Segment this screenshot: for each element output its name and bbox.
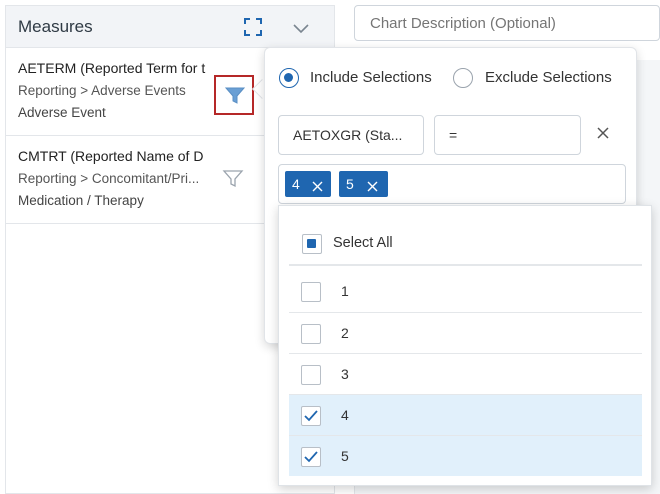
close-icon[interactable]: [367, 179, 378, 192]
option-label: 4: [341, 407, 349, 423]
measure-path: Reporting > Concomitant/Pri...: [18, 171, 200, 186]
option-label: 3: [341, 366, 349, 382]
measure-category: Medication / Therapy: [18, 193, 144, 208]
measures-header: Measures: [6, 6, 334, 48]
filter-button-active[interactable]: [214, 75, 254, 115]
option-row[interactable]: 2: [289, 312, 642, 353]
measure-path: Reporting > Adverse Events: [18, 83, 186, 98]
field-select[interactable]: AETOXGR (Sta...: [278, 115, 424, 155]
option-row[interactable]: 4: [289, 394, 642, 435]
expand-icon[interactable]: [244, 18, 262, 36]
values-dropdown: Select All 1 2 3 4 5: [278, 205, 652, 486]
chart-description-input[interactable]: [354, 5, 660, 41]
option-checkbox[interactable]: [301, 447, 321, 467]
option-label: 1: [341, 283, 349, 299]
measure-name: AETERM (Reported Term for t: [18, 60, 206, 76]
measure-name: CMTRT (Reported Name of D: [18, 148, 204, 164]
option-row[interactable]: 1: [289, 271, 642, 312]
option-row[interactable]: 5: [289, 435, 642, 476]
selected-values-input[interactable]: 4 5: [278, 164, 626, 204]
check-icon: [304, 410, 318, 422]
filter-button[interactable]: [222, 168, 244, 195]
value-tag: 5: [339, 171, 388, 197]
option-checkbox[interactable]: [301, 406, 321, 426]
option-label: 2: [341, 325, 349, 341]
include-label[interactable]: Include Selections: [310, 69, 432, 86]
filter-icon: [225, 87, 245, 104]
tag-label: 5: [346, 176, 354, 192]
measure-category: Adverse Event: [18, 105, 106, 120]
tag-label: 4: [292, 176, 300, 192]
option-checkbox[interactable]: [301, 324, 321, 344]
exclude-radio[interactable]: [453, 68, 473, 88]
option-label: 5: [341, 448, 349, 464]
exclude-label[interactable]: Exclude Selections: [485, 69, 612, 86]
close-icon[interactable]: [595, 125, 611, 141]
option-row[interactable]: 3: [289, 353, 642, 394]
option-checkbox[interactable]: [301, 365, 321, 385]
option-checkbox[interactable]: [301, 282, 321, 302]
select-all-checkbox[interactable]: [302, 234, 322, 254]
check-icon: [304, 451, 318, 463]
filter-icon: [222, 170, 244, 188]
select-all-label: Select All: [333, 235, 393, 251]
value-tag: 4: [285, 171, 331, 197]
close-icon[interactable]: [312, 179, 323, 192]
chevron-down-icon[interactable]: [292, 19, 310, 37]
operator-select[interactable]: =: [434, 115, 581, 155]
select-all-option[interactable]: Select All: [289, 222, 642, 266]
measures-title: Measures: [18, 17, 93, 36]
include-radio[interactable]: [279, 68, 299, 88]
